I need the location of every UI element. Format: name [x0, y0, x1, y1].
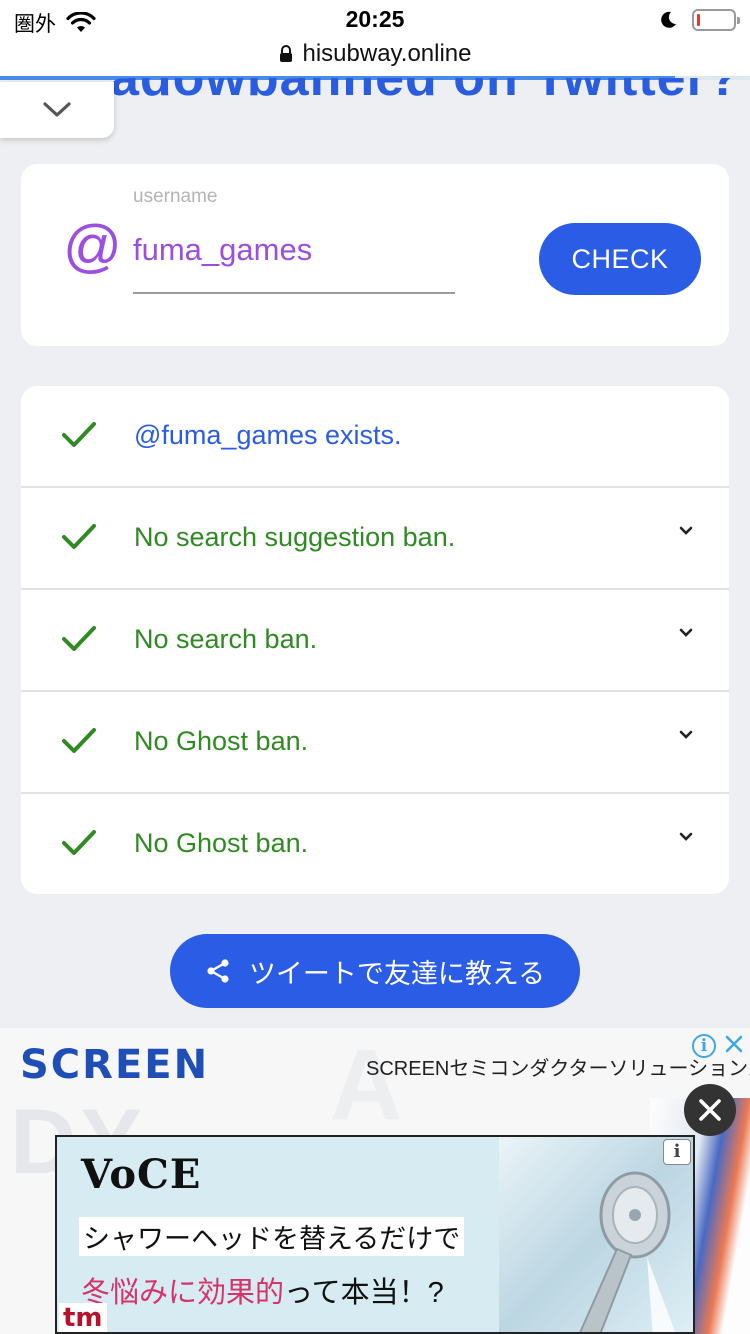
expand-chevron-icon[interactable]: [677, 626, 695, 640]
result-text: No Ghost ban.: [134, 726, 309, 756]
result-row[interactable]: No search ban.: [21, 590, 729, 692]
share-tweet-button[interactable]: ツイートで友達に教える: [170, 934, 580, 1008]
check-button[interactable]: CHECK: [539, 223, 701, 295]
close-icon: [699, 1099, 721, 1121]
close-overlay-ad-button[interactable]: [684, 1084, 736, 1136]
result-text: No Ghost ban.: [134, 828, 309, 858]
share-label: ツイートで友達に教える: [248, 958, 546, 989]
expand-chevron-icon[interactable]: [677, 524, 695, 538]
expand-chevron-icon[interactable]: [677, 728, 695, 742]
checkmark-icon: [62, 830, 96, 855]
overlay-ad-line2: 冬悩みに効果的って本当！?: [81, 1269, 444, 1311]
ad-bg-graphic: A: [330, 1029, 403, 1141]
overlay-ad-line2-rest: って本当！?: [284, 1277, 444, 1309]
username-input[interactable]: fuma_games: [133, 232, 312, 268]
battery-icon: [692, 9, 740, 31]
at-icon: @: [63, 214, 122, 279]
share-icon: [207, 959, 229, 983]
result-text: No search ban.: [134, 624, 318, 654]
checkmark-icon: [62, 626, 96, 651]
result-row[interactable]: No search suggestion ban.: [21, 488, 729, 590]
ad-info-icon[interactable]: i: [692, 1034, 716, 1058]
input-underline: [133, 292, 455, 294]
status-bar: 圏外 20:25: [0, 0, 750, 40]
overlay-ad[interactable]: VoCE シャワーヘッドを替えるだけで 冬悩みに効果的って本当！? tm i: [55, 1135, 695, 1334]
result-row: @fuma_games exists.: [21, 386, 729, 488]
moon-icon: [661, 11, 676, 28]
overlay-ad-highlight: 冬悩みに効果的: [81, 1277, 285, 1309]
voce-logo: VoCE: [81, 1151, 202, 1198]
result-row[interactable]: No Ghost ban.: [21, 692, 729, 794]
shower-head-icon: [579, 1171, 676, 1332]
ad-subtitle: SCREENセミコンダクターソリューションズ: [366, 1058, 750, 1080]
username-form-card: @ username fuma_games CHECK: [21, 164, 729, 346]
result-text: No search suggestion ban.: [134, 522, 456, 552]
overlay-ad-line1: シャワーヘッドを替えるだけで: [79, 1217, 465, 1256]
results-card: @fuma_games exists. No search suggestion …: [21, 386, 729, 894]
address-bar[interactable]: hisubway.online: [0, 40, 750, 76]
chevron-down-icon: [43, 102, 71, 117]
ad-close-icon[interactable]: [722, 1032, 746, 1056]
checkmark-icon: [62, 524, 96, 549]
url-text: hisubway.online: [302, 40, 472, 67]
url-display[interactable]: hisubway.online: [279, 40, 472, 68]
expand-chevron-icon[interactable]: [677, 830, 695, 844]
lock-icon: [279, 45, 292, 62]
collapse-button[interactable]: [0, 82, 114, 138]
result-text: @fuma_games exists.: [134, 420, 402, 450]
checkmark-icon: [62, 422, 96, 447]
status-right: [658, 9, 740, 31]
checkmark-icon: [62, 728, 96, 753]
tm-logo: tm: [59, 1303, 107, 1332]
status-time: 20:25: [345, 6, 405, 32]
ad-brand-logo: SCREEN: [20, 1042, 210, 1088]
username-label: username: [133, 186, 218, 207]
overlay-ad-info-icon[interactable]: i: [663, 1139, 691, 1165]
result-row[interactable]: No Ghost ban.: [21, 794, 729, 896]
